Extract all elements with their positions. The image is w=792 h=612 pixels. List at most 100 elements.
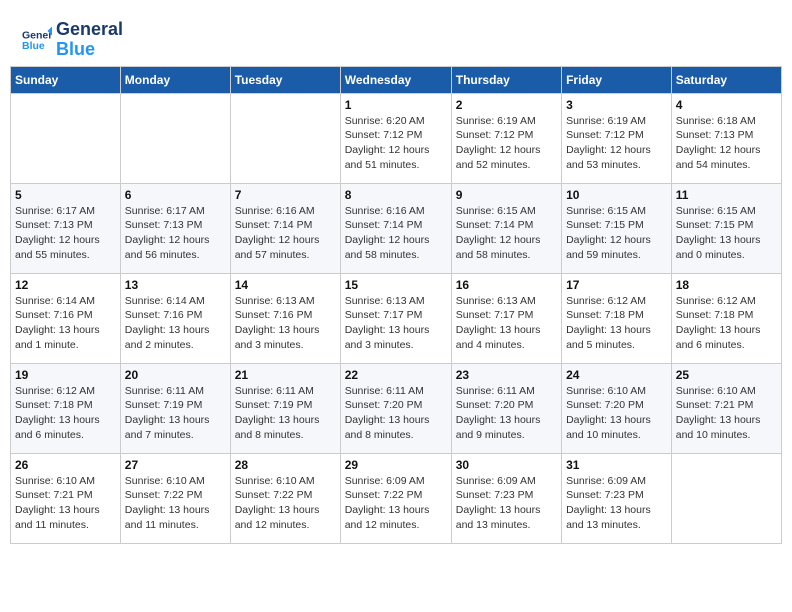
day-number: 11 [676,188,777,202]
weekday-header-row: SundayMondayTuesdayWednesdayThursdayFrid… [11,66,782,93]
calendar-day-cell [230,93,340,183]
day-number: 24 [566,368,667,382]
calendar-day-cell: 30 Sunrise: 6:09 AMSunset: 7:23 PMDayligh… [451,453,561,543]
day-info: Sunrise: 6:09 AMSunset: 7:23 PMDaylight:… [566,474,667,533]
day-info: Sunrise: 6:10 AMSunset: 7:22 PMDaylight:… [235,474,336,533]
calendar-day-cell: 22 Sunrise: 6:11 AMSunset: 7:20 PMDayligh… [340,363,451,453]
day-number: 30 [456,458,557,472]
calendar-day-cell: 20Sunrise: 6:11 AMSunset: 7:19 PMDayligh… [120,363,230,453]
day-number: 5 [15,188,116,202]
calendar-day-cell: 16 Sunrise: 6:13 AMSunset: 7:17 PMDayligh… [451,273,561,363]
day-info: Sunrise: 6:10 AMSunset: 7:21 PMDaylight:… [15,474,116,533]
calendar-day-cell: 8 Sunrise: 6:16 AMSunset: 7:14 PMDaylight… [340,183,451,273]
day-number: 26 [15,458,116,472]
day-number: 29 [345,458,447,472]
calendar-day-cell: 25 Sunrise: 6:10 AMSunset: 7:21 PMDayligh… [671,363,781,453]
calendar-day-cell: 15 Sunrise: 6:13 AMSunset: 7:17 PMDayligh… [340,273,451,363]
day-info: Sunrise: 6:11 AMSunset: 7:20 PMDaylight:… [345,384,447,443]
day-info: Sunrise: 6:10 AMSunset: 7:20 PMDaylight:… [566,384,667,443]
day-info: Sunrise: 6:13 AMSunset: 7:17 PMDaylight:… [345,294,447,353]
weekday-header-cell: Monday [120,66,230,93]
calendar-day-cell: 7Sunrise: 6:16 AMSunset: 7:14 PMDaylight… [230,183,340,273]
day-number: 22 [345,368,447,382]
day-number: 17 [566,278,667,292]
calendar-day-cell: 19 Sunrise: 6:12 AMSunset: 7:18 PMDayligh… [11,363,121,453]
day-info: Sunrise: 6:13 AMSunset: 7:16 PMDaylight:… [235,294,336,353]
day-number: 21 [235,368,336,382]
day-info: Sunrise: 6:20 AMSunset: 7:12 PMDaylight:… [345,114,447,173]
day-info: Sunrise: 6:15 AMSunset: 7:14 PMDaylight:… [456,204,557,263]
calendar-day-cell: 18 Sunrise: 6:12 AMSunset: 7:18 PMDayligh… [671,273,781,363]
day-number: 9 [456,188,557,202]
weekday-header-cell: Wednesday [340,66,451,93]
day-number: 8 [345,188,447,202]
day-number: 18 [676,278,777,292]
day-number: 2 [456,98,557,112]
logo-blue: Blue [56,40,123,60]
calendar-table: SundayMondayTuesdayWednesdayThursdayFrid… [10,66,782,544]
day-number: 13 [125,278,226,292]
calendar-day-cell [671,453,781,543]
day-number: 4 [676,98,777,112]
calendar-day-cell: 9 Sunrise: 6:15 AMSunset: 7:14 PMDaylight… [451,183,561,273]
day-info: Sunrise: 6:15 AMSunset: 7:15 PMDaylight:… [676,204,777,263]
day-number: 7 [235,188,336,202]
day-info: Sunrise: 6:09 AMSunset: 7:23 PMDaylight:… [456,474,557,533]
calendar-day-cell: 17 Sunrise: 6:12 AMSunset: 7:18 PMDayligh… [562,273,672,363]
weekday-header-cell: Saturday [671,66,781,93]
day-number: 6 [125,188,226,202]
calendar-day-cell: 5Sunrise: 6:17 AMSunset: 7:13 PMDaylight… [11,183,121,273]
day-info: Sunrise: 6:11 AMSunset: 7:19 PMDaylight:… [235,384,336,443]
day-number: 3 [566,98,667,112]
day-info: Sunrise: 6:18 AMSunset: 7:13 PMDaylight:… [676,114,777,173]
calendar-day-cell: 1Sunrise: 6:20 AMSunset: 7:12 PMDaylight… [340,93,451,183]
calendar-day-cell: 13 Sunrise: 6:14 AMSunset: 7:16 PMDayligh… [120,273,230,363]
day-number: 27 [125,458,226,472]
day-info: Sunrise: 6:11 AMSunset: 7:20 PMDaylight:… [456,384,557,443]
page-header: General Blue General Blue [10,10,782,66]
day-number: 10 [566,188,667,202]
calendar-day-cell: 29Sunrise: 6:09 AMSunset: 7:22 PMDayligh… [340,453,451,543]
day-number: 12 [15,278,116,292]
calendar-day-cell: 2 Sunrise: 6:19 AMSunset: 7:12 PMDaylight… [451,93,561,183]
day-info: Sunrise: 6:14 AMSunset: 7:16 PMDaylight:… [15,294,116,353]
calendar-week-row: 12 Sunrise: 6:14 AMSunset: 7:16 PMDayligh… [11,273,782,363]
weekday-header-cell: Sunday [11,66,121,93]
day-number: 28 [235,458,336,472]
weekday-header-cell: Friday [562,66,672,93]
day-info: Sunrise: 6:12 AMSunset: 7:18 PMDaylight:… [566,294,667,353]
day-number: 19 [15,368,116,382]
calendar-day-cell: 21 Sunrise: 6:11 AMSunset: 7:19 PMDayligh… [230,363,340,453]
calendar-week-row: 26 Sunrise: 6:10 AMSunset: 7:21 PMDayligh… [11,453,782,543]
calendar-day-cell: 26 Sunrise: 6:10 AMSunset: 7:21 PMDayligh… [11,453,121,543]
logo-icon: General Blue [22,25,52,55]
calendar-day-cell: 4 Sunrise: 6:18 AMSunset: 7:13 PMDaylight… [671,93,781,183]
day-number: 15 [345,278,447,292]
day-info: Sunrise: 6:16 AMSunset: 7:14 PMDaylight:… [345,204,447,263]
day-info: Sunrise: 6:15 AMSunset: 7:15 PMDaylight:… [566,204,667,263]
day-info: Sunrise: 6:13 AMSunset: 7:17 PMDaylight:… [456,294,557,353]
svg-text:Blue: Blue [22,40,45,52]
calendar-day-cell [120,93,230,183]
calendar-day-cell: 6Sunrise: 6:17 AMSunset: 7:13 PMDaylight… [120,183,230,273]
day-info: Sunrise: 6:19 AMSunset: 7:12 PMDaylight:… [456,114,557,173]
day-number: 16 [456,278,557,292]
calendar-day-cell: 27Sunrise: 6:10 AMSunset: 7:22 PMDayligh… [120,453,230,543]
calendar-body: 1Sunrise: 6:20 AMSunset: 7:12 PMDaylight… [11,93,782,543]
day-number: 14 [235,278,336,292]
day-info: Sunrise: 6:19 AMSunset: 7:12 PMDaylight:… [566,114,667,173]
calendar-day-cell: 12 Sunrise: 6:14 AMSunset: 7:16 PMDayligh… [11,273,121,363]
day-number: 25 [676,368,777,382]
weekday-header-cell: Tuesday [230,66,340,93]
day-info: Sunrise: 6:12 AMSunset: 7:18 PMDaylight:… [15,384,116,443]
logo: General Blue General Blue [20,20,123,60]
calendar-day-cell: 3 Sunrise: 6:19 AMSunset: 7:12 PMDaylight… [562,93,672,183]
day-info: Sunrise: 6:12 AMSunset: 7:18 PMDaylight:… [676,294,777,353]
day-info: Sunrise: 6:10 AMSunset: 7:21 PMDaylight:… [676,384,777,443]
calendar-day-cell: 24 Sunrise: 6:10 AMSunset: 7:20 PMDayligh… [562,363,672,453]
calendar-week-row: 5Sunrise: 6:17 AMSunset: 7:13 PMDaylight… [11,183,782,273]
calendar-day-cell [11,93,121,183]
calendar-day-cell: 10 Sunrise: 6:15 AMSunset: 7:15 PMDayligh… [562,183,672,273]
day-info: Sunrise: 6:14 AMSunset: 7:16 PMDaylight:… [125,294,226,353]
calendar-day-cell: 23Sunrise: 6:11 AMSunset: 7:20 PMDayligh… [451,363,561,453]
